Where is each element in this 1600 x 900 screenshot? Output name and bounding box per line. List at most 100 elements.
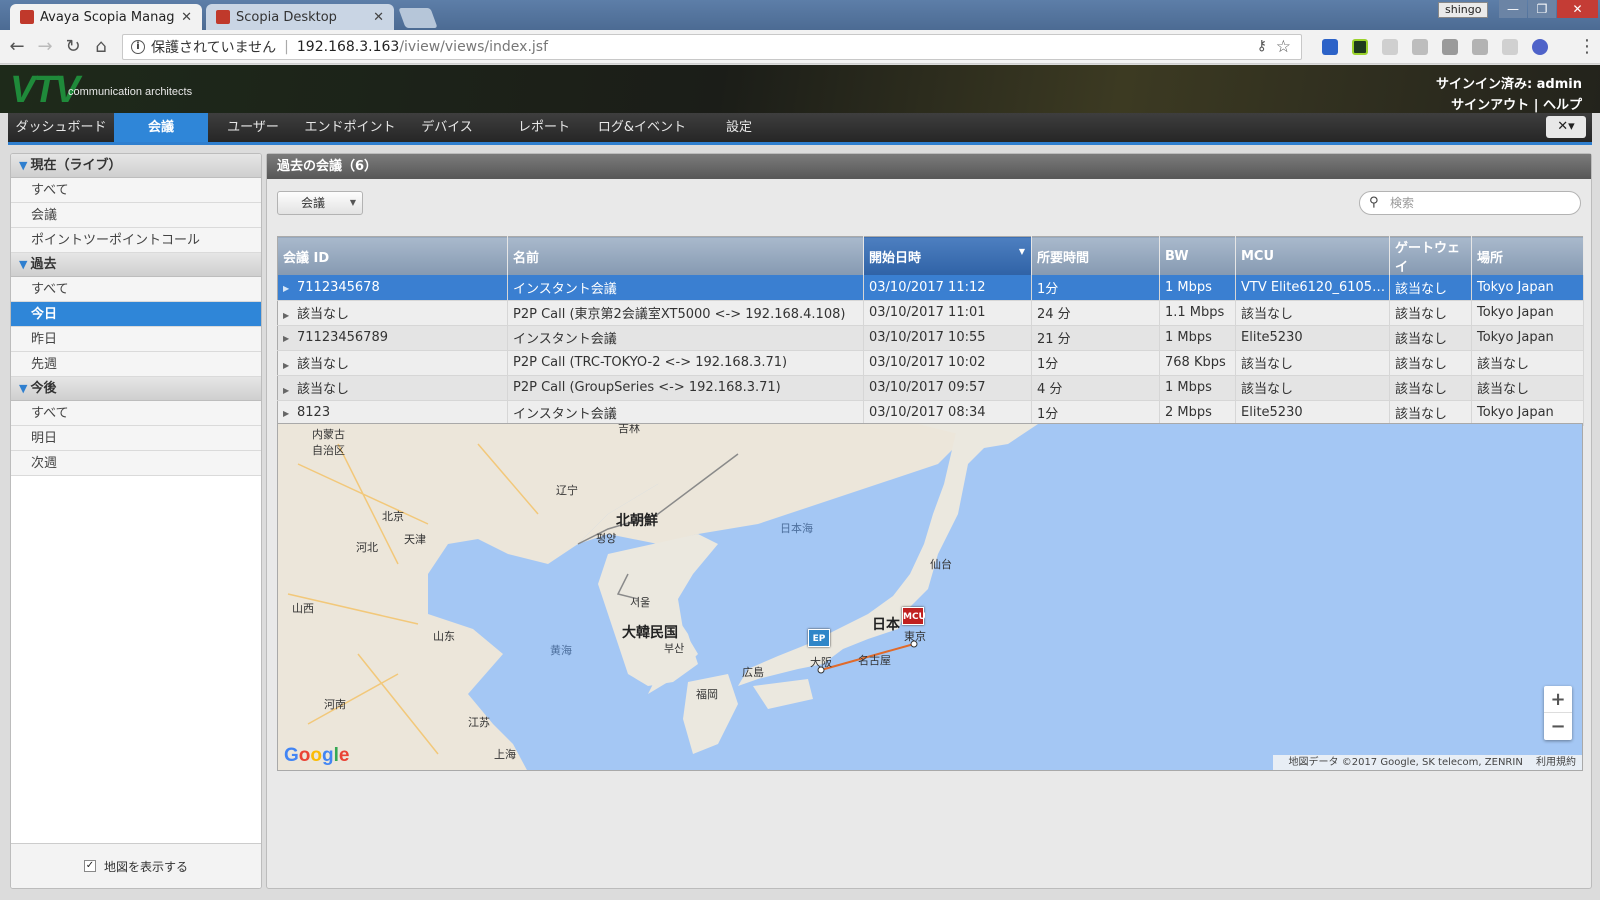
sidebar-item-live-p2p[interactable]: ポイントツーポイントコール bbox=[11, 228, 261, 253]
conference-filter-dropdown[interactable]: 会議 ▼ bbox=[277, 191, 363, 215]
expand-row-icon[interactable]: ▶ bbox=[283, 409, 297, 418]
nav-dashboard[interactable]: ダッシュボード bbox=[8, 113, 114, 142]
maximize-icon[interactable]: ❐ bbox=[1528, 0, 1556, 18]
column-header-gateway[interactable]: ゲートウェイ bbox=[1389, 236, 1472, 275]
info-icon[interactable]: i bbox=[131, 40, 145, 54]
reload-icon[interactable]: ↻ bbox=[62, 36, 84, 58]
close-tab-icon[interactable]: ✕ bbox=[181, 10, 192, 25]
sidebar-item-upcoming-tomorrow[interactable]: 明日 bbox=[11, 426, 261, 451]
column-header-start-time[interactable]: 開始日時 ▼ bbox=[863, 236, 1032, 275]
key-icon[interactable]: ⚷ bbox=[1257, 38, 1267, 54]
map-label-hiroshima: 広島 bbox=[742, 666, 764, 679]
zoom-in-button[interactable]: + bbox=[1544, 686, 1572, 713]
show-map-checkbox[interactable]: ✓ bbox=[83, 860, 96, 872]
search-input[interactable] bbox=[1390, 194, 1570, 212]
column-header-name[interactable]: 名前 bbox=[507, 236, 864, 275]
nav-endpoints[interactable]: エンドポイント bbox=[298, 113, 402, 142]
table-row[interactable]: ▶ 7112345678 インスタント会議 03/10/2017 11:12 1分 1 M… bbox=[277, 275, 1584, 301]
browser-toolbar: ← → ↻ ⌂ i 保護されていません | 192.168.3.163 /ivi… bbox=[0, 30, 1600, 64]
google-logo: Google bbox=[284, 745, 349, 767]
nav-devices[interactable]: デバイス bbox=[412, 113, 482, 142]
extension-circle-icon[interactable] bbox=[1532, 39, 1548, 55]
map-label-jiangsu: 江苏 bbox=[468, 716, 490, 729]
table-cell: Tokyo Japan bbox=[1471, 275, 1584, 301]
column-header-duration[interactable]: 所要時間 bbox=[1031, 236, 1160, 275]
extension-check-icon[interactable] bbox=[1352, 39, 1368, 55]
show-map-toggle[interactable]: ✓ 地図を表示する bbox=[11, 843, 261, 888]
column-header-location[interactable]: 場所 bbox=[1471, 236, 1584, 275]
signout-link[interactable]: サインアウト bbox=[1451, 98, 1529, 113]
expand-row-icon[interactable]: ▶ bbox=[283, 311, 297, 320]
sidebar-item-past-last-week[interactable]: 先週 bbox=[11, 352, 261, 377]
browser-tab-scopia-desktop[interactable]: Scopia Desktop ✕ bbox=[206, 4, 394, 30]
nav-logs-events[interactable]: ログ&イベント bbox=[592, 113, 692, 142]
sidebar-section-past[interactable]: ▼ 過去 bbox=[11, 253, 261, 277]
mcu-marker[interactable]: MCU bbox=[902, 607, 926, 625]
terms-link[interactable]: 利用規約 bbox=[1536, 757, 1576, 768]
nav-users[interactable]: ユーザー bbox=[218, 113, 288, 142]
column-header-mcu[interactable]: MCU bbox=[1235, 236, 1390, 275]
map-label-busan: 부산 bbox=[664, 642, 685, 655]
new-tab-button[interactable] bbox=[398, 8, 438, 28]
table-row[interactable]: ▶ 該当なし P2P Call (TRC-TOKYO-2 <-> 192.168.3… bbox=[277, 350, 1584, 376]
table-cell: 該当なし bbox=[1389, 350, 1472, 376]
table-row[interactable]: ▶ 8123 インスタント会議 03/10/2017 08:34 1分 2 Mbps Eli… bbox=[277, 400, 1584, 426]
sidebar-item-upcoming-next-week[interactable]: 次週 bbox=[11, 451, 261, 476]
nav-reports[interactable]: レポート bbox=[508, 113, 580, 142]
minimize-icon[interactable]: — bbox=[1499, 0, 1527, 18]
sidebar-item-upcoming-all[interactable]: すべて bbox=[11, 401, 261, 426]
browser-menu-icon[interactable]: ⋮ bbox=[1578, 36, 1596, 57]
browser-tab-scopia-manager[interactable]: Avaya Scopia Manager ✕ bbox=[10, 4, 202, 30]
map-label-south-korea: 大韓民国 bbox=[622, 625, 678, 641]
logo-tagline: communication architects bbox=[68, 86, 193, 98]
help-link[interactable]: ヘルプ bbox=[1543, 98, 1582, 113]
endpoint-marker[interactable]: EP bbox=[808, 629, 830, 647]
table-cell: ▶ 該当なし bbox=[277, 375, 508, 401]
conference-map[interactable]: 内蒙古 自治区 吉林 北京 天津 河北 山西 山东 河南 江苏 上海 辽宁 北朝… bbox=[277, 423, 1583, 771]
back-icon[interactable]: ← bbox=[6, 36, 28, 58]
extension-b-icon[interactable] bbox=[1502, 39, 1518, 55]
search-box[interactable]: ⚲ bbox=[1359, 191, 1581, 215]
extension-x-icon[interactable] bbox=[1472, 39, 1488, 55]
sidebar-item-past-all[interactable]: すべて bbox=[11, 277, 261, 302]
address-bar[interactable]: i 保護されていません | 192.168.3.163 /iview/views… bbox=[122, 34, 1302, 60]
cell-value: 該当なし bbox=[297, 357, 350, 372]
home-icon[interactable]: ⌂ bbox=[90, 36, 112, 58]
cell-value: P2P Call (東京第2会議室XT5000 <-> 192.168.4.10… bbox=[513, 307, 846, 322]
forward-icon[interactable]: → bbox=[34, 36, 56, 58]
extension-square-icon[interactable] bbox=[1442, 39, 1458, 55]
sidebar-item-past-today[interactable]: 今日 bbox=[11, 302, 261, 327]
extension-cast-icon[interactable] bbox=[1382, 39, 1398, 55]
expand-row-icon[interactable]: ▶ bbox=[283, 386, 297, 395]
nav-settings[interactable]: 設定 bbox=[714, 113, 764, 142]
map-label-shanghai: 上海 bbox=[494, 748, 516, 761]
column-header-bw[interactable]: BW bbox=[1159, 236, 1236, 275]
close-tab-icon[interactable]: ✕ bbox=[373, 10, 384, 25]
table-row[interactable]: ▶ 該当なし P2P Call (GroupSeries <-> 192.168.3… bbox=[277, 375, 1584, 401]
table-cell: ▶ 7112345678 bbox=[277, 275, 508, 301]
expand-row-icon[interactable]: ▶ bbox=[283, 334, 297, 343]
profile-button[interactable]: shingo bbox=[1438, 2, 1489, 18]
avaya-favicon-icon bbox=[20, 10, 34, 24]
zoom-out-button[interactable]: − bbox=[1544, 713, 1572, 740]
table-cell: Tokyo Japan bbox=[1471, 300, 1584, 326]
table-row[interactable]: ▶ 該当なし P2P Call (東京第2会議室XT5000 <-> 192.168… bbox=[277, 300, 1584, 326]
cell-value: 該当なし bbox=[1241, 382, 1294, 397]
expand-row-icon[interactable]: ▶ bbox=[283, 284, 297, 293]
sidebar-item-live-all[interactable]: すべて bbox=[11, 178, 261, 203]
sidebar-item-live-conferences[interactable]: 会議 bbox=[11, 203, 261, 228]
extension-chat-icon[interactable] bbox=[1322, 39, 1338, 55]
sidebar-section-upcoming[interactable]: ▼ 今後 bbox=[11, 377, 261, 401]
sidebar-item-past-yesterday[interactable]: 昨日 bbox=[11, 327, 261, 352]
table-row[interactable]: ▶ 71123456789 インスタント会議 03/10/2017 10:55 21 分… bbox=[277, 325, 1584, 351]
extension-dropbox-icon[interactable] bbox=[1412, 39, 1428, 55]
tools-menu-button[interactable]: ✕▾ bbox=[1546, 116, 1586, 138]
sidebar-section-live[interactable]: ▼ 現在（ライブ） bbox=[11, 154, 261, 178]
window-close-icon[interactable]: ✕ bbox=[1557, 0, 1598, 18]
cell-value: 03/10/2017 11:01 bbox=[869, 305, 986, 320]
cell-value: 8123 bbox=[297, 405, 331, 420]
column-header-conference-id[interactable]: 会議 ID bbox=[277, 236, 508, 275]
bookmark-star-icon[interactable]: ☆ bbox=[1276, 37, 1291, 57]
nav-conferences[interactable]: 会議 bbox=[114, 113, 208, 142]
expand-row-icon[interactable]: ▶ bbox=[283, 361, 297, 370]
